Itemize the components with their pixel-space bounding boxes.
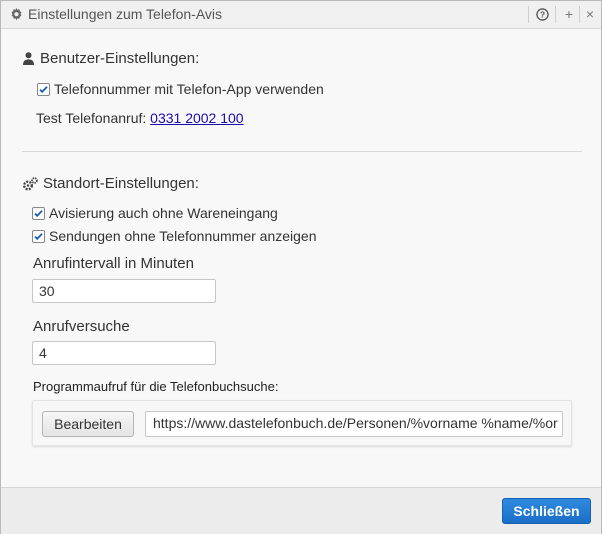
use-phone-app-label: Telefonnummer mit Telefon-App verwenden xyxy=(54,81,324,97)
show-without-phone-label: Sendungen ohne Telefonnummer anzeigen xyxy=(49,228,317,244)
close-button[interactable]: Schließen xyxy=(502,498,591,524)
maximize-button[interactable]: + xyxy=(557,1,581,28)
titlebar-divider xyxy=(555,6,556,23)
url-input[interactable]: https://www.dastelefonbuch.de/Personen/%… xyxy=(145,411,563,437)
test-call-link[interactable]: 0331 2002 100 xyxy=(150,110,243,126)
attempts-label: Anrufversuche xyxy=(33,318,130,335)
user-icon xyxy=(23,52,34,65)
window-title: Einstellungen zum Telefon-Avis xyxy=(28,6,223,22)
gear-icon xyxy=(10,8,23,21)
edit-button[interactable]: Bearbeiten xyxy=(42,411,134,437)
interval-input[interactable] xyxy=(32,279,216,303)
program-call-group: Bearbeiten https://www.dastelefonbuch.de… xyxy=(32,400,572,446)
title-bar[interactable]: Einstellungen zum Telefon-Avis ? + × xyxy=(1,1,601,29)
use-phone-app-checkbox[interactable] xyxy=(37,83,50,96)
attempts-input[interactable] xyxy=(32,341,216,365)
close-icon[interactable]: × xyxy=(579,1,601,28)
dialog-content: Benutzer-Einstellungen: Telefonnummer mi… xyxy=(1,29,601,485)
svg-text:?: ? xyxy=(539,10,544,20)
dialog-footer: Schließen xyxy=(1,487,601,534)
help-icon[interactable]: ? xyxy=(530,1,554,28)
program-call-label: Programmaufruf für die Telefonbuchsuche: xyxy=(33,379,279,394)
interval-label: Anrufintervall in Minuten xyxy=(33,255,194,272)
test-call-row: Test Telefonanruf: 0331 2002 100 xyxy=(36,110,244,126)
test-call-label: Test Telefonanruf: xyxy=(36,110,147,126)
show-without-phone-checkbox[interactable] xyxy=(32,230,45,243)
titlebar-divider xyxy=(528,6,529,23)
settings-dialog: Einstellungen zum Telefon-Avis ? + × Ben… xyxy=(0,0,602,534)
notify-without-receipt-label: Avisierung auch ohne Wareneingang xyxy=(49,205,278,221)
section-divider xyxy=(22,151,582,152)
gears-icon xyxy=(23,177,38,191)
notify-without-receipt-checkbox[interactable] xyxy=(32,207,45,220)
